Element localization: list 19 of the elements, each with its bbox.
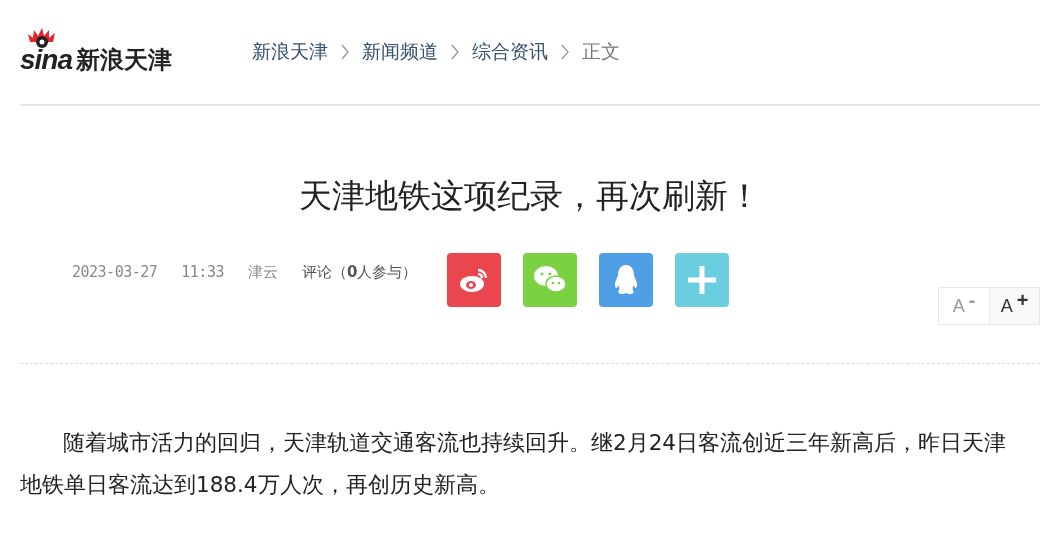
publish-date: 2023-03-27 bbox=[72, 263, 158, 282]
publish-time: 11:33 bbox=[181, 263, 224, 282]
article-paragraph: 随着城市活力的回归，天津轨道交通客流也持续回升。继2月24日客流创近三年新高后，昨日天津地铁单日客流达到188.4万人次，再创历史新高。 bbox=[20, 429, 1008, 499]
comment-link[interactable]: 评论（0人参与） bbox=[301, 263, 418, 282]
breadcrumb-link[interactable]: 综合资讯 bbox=[472, 39, 548, 65]
article-title: 天津地铁这项纪录，再次刷新！ bbox=[298, 175, 762, 217]
chevron-right-icon bbox=[340, 44, 350, 60]
chevron-right-icon bbox=[450, 44, 460, 60]
wechat-share-button[interactable] bbox=[523, 253, 578, 307]
more-share-button[interactable] bbox=[675, 253, 730, 307]
qq-share-button[interactable] bbox=[599, 253, 654, 307]
weibo-share-button[interactable] bbox=[447, 253, 502, 307]
logo-brand[interactable]: sina bbox=[20, 28, 73, 76]
breadcrumb-link[interactable]: 新闻频道 bbox=[362, 39, 438, 65]
eye-logo-icon bbox=[28, 28, 56, 48]
chevron-right-icon bbox=[560, 44, 570, 60]
source-label: 津云 bbox=[247, 263, 278, 282]
breadcrumb-link[interactable]: 新浪天津 bbox=[252, 39, 328, 65]
logo-site-name[interactable]: 新浪天津 bbox=[76, 44, 173, 76]
